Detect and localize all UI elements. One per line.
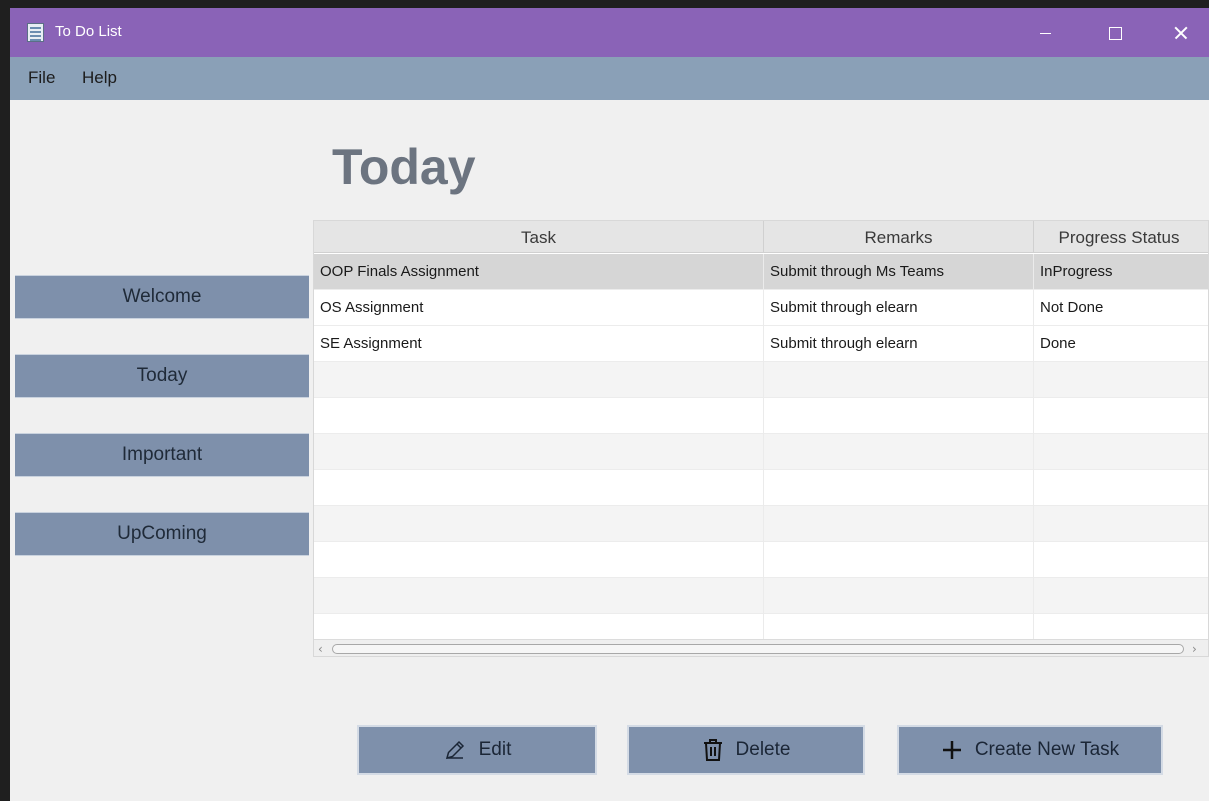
cell-remarks: Submit through elearn: [764, 326, 1034, 362]
sidebar-item-upcoming[interactable]: UpComing: [15, 512, 309, 556]
scroll-right-icon[interactable]: ›: [1192, 642, 1197, 656]
cell-task: [314, 362, 764, 398]
app-icon: [27, 23, 44, 42]
menu-file[interactable]: File: [28, 68, 55, 88]
plus-icon: [941, 739, 963, 761]
delete-label: Delete: [735, 739, 791, 760]
cell-task: [314, 578, 764, 614]
cell-status: [1034, 362, 1204, 398]
cell-task: SE Assignment: [314, 326, 764, 362]
cell-task: [314, 470, 764, 506]
table-row[interactable]: [314, 398, 1208, 434]
scroll-left-icon[interactable]: ‹: [318, 642, 323, 656]
cell-status: [1034, 578, 1204, 614]
close-button[interactable]: [1147, 8, 1209, 57]
table-row[interactable]: [314, 434, 1208, 470]
table-row[interactable]: [314, 362, 1208, 398]
column-header-progress-status[interactable]: Progress Status: [1034, 221, 1204, 253]
sidebar-item-important[interactable]: Important: [15, 433, 309, 477]
table-row[interactable]: [314, 470, 1208, 506]
cell-task: [314, 542, 764, 578]
pencil-icon: [443, 738, 467, 762]
edit-button[interactable]: Edit: [357, 725, 597, 775]
table-row[interactable]: [314, 506, 1208, 542]
edit-label: Edit: [478, 739, 512, 760]
menu-bar: File Help: [10, 57, 1209, 100]
cell-status: [1034, 506, 1204, 542]
cell-remarks: [764, 434, 1034, 470]
cell-remarks: [764, 362, 1034, 398]
table-row[interactable]: [314, 542, 1208, 578]
cell-status: [1034, 434, 1204, 470]
table-row[interactable]: OOP Finals Assignment Submit through Ms …: [314, 254, 1208, 290]
cell-task: [314, 434, 764, 470]
cell-task: OOP Finals Assignment: [314, 254, 764, 290]
cell-task: OS Assignment: [314, 290, 764, 326]
cell-status: Not Done: [1040, 299, 1104, 316]
cell-remarks: [764, 506, 1034, 542]
create-new-task-button[interactable]: Create New Task: [897, 725, 1163, 775]
cell-remarks: [764, 398, 1034, 434]
horizontal-scrollbar[interactable]: ‹ ›: [314, 639, 1208, 656]
cell-remarks: Submit through Ms Teams: [764, 254, 1034, 290]
table-header: Task Remarks Progress Status: [314, 221, 1208, 253]
cell-remarks: [764, 470, 1034, 506]
cell-status: InProgress: [1040, 263, 1113, 280]
minimize-button[interactable]: [1010, 8, 1080, 57]
cell-remarks: Submit through elearn: [764, 290, 1034, 326]
cell-status: [1034, 542, 1204, 578]
table-row[interactable]: [314, 578, 1208, 614]
cell-task: [314, 506, 764, 542]
sidebar-item-welcome[interactable]: Welcome: [15, 275, 309, 319]
table-row[interactable]: SE Assignment Submit through elearn Done: [314, 326, 1208, 362]
column-header-remarks[interactable]: Remarks: [764, 221, 1034, 253]
cell-status: Done: [1040, 335, 1076, 352]
cell-remarks: [764, 578, 1034, 614]
trash-icon: [702, 738, 724, 762]
table-row[interactable]: OS Assignment Submit through elearn Not …: [314, 290, 1208, 326]
maximize-button[interactable]: [1080, 8, 1150, 57]
cell-status: [1034, 470, 1204, 506]
sidebar-item-today[interactable]: Today: [15, 354, 309, 398]
scrollbar-thumb[interactable]: [332, 644, 1184, 654]
page-title: Today: [332, 139, 476, 195]
create-label: Create New Task: [974, 739, 1120, 760]
app-window: To Do List File Help Today Welcome Today…: [10, 8, 1209, 801]
cell-status: [1034, 398, 1204, 434]
cell-task: [314, 398, 764, 434]
task-table[interactable]: Task Remarks Progress Status OOP Finals …: [313, 220, 1209, 657]
cell-remarks: [764, 542, 1034, 578]
menu-help[interactable]: Help: [82, 68, 117, 88]
column-header-task[interactable]: Task: [314, 221, 764, 253]
delete-button[interactable]: Delete: [627, 725, 865, 775]
title-bar[interactable]: To Do List: [10, 8, 1209, 57]
window-title: To Do List: [55, 23, 122, 40]
